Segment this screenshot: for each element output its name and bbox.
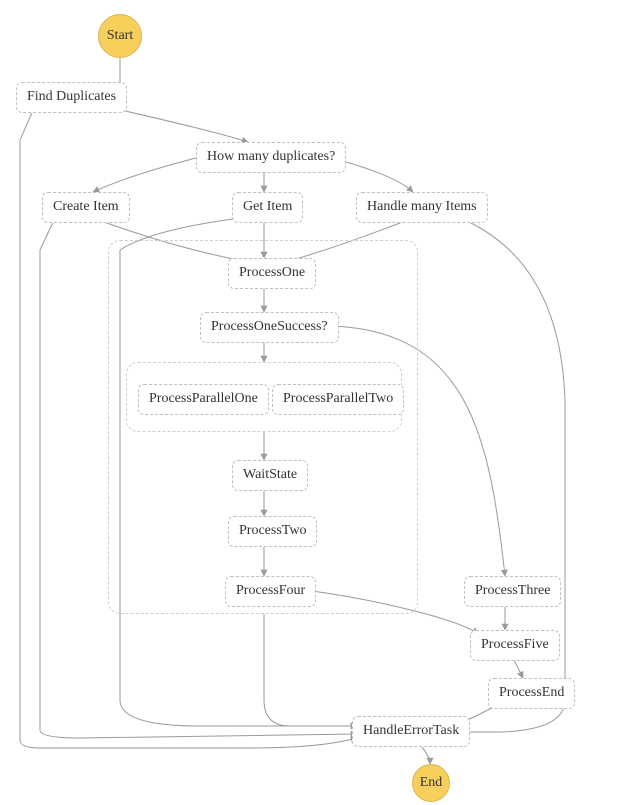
node-label: HandleErrorTask	[363, 723, 459, 738]
node-how-many: How many duplicates?	[196, 142, 346, 173]
node-label: ProcessThree	[475, 583, 550, 598]
node-end: End	[412, 764, 450, 802]
node-label: ProcessEnd	[499, 685, 564, 700]
node-process-parallel-one: ProcessParallelOne	[138, 384, 269, 415]
node-label: WaitState	[243, 467, 297, 482]
node-find-duplicates: Find Duplicates	[16, 82, 127, 113]
node-label: ProcessTwo	[239, 523, 306, 538]
node-handle-many: Handle many Items	[356, 192, 488, 223]
node-handle-error: HandleErrorTask	[352, 716, 470, 747]
node-process-parallel-two: ProcessParallelTwo	[272, 384, 404, 415]
node-process-five: ProcessFive	[470, 630, 560, 661]
node-label: Find Duplicates	[27, 89, 116, 104]
node-label: Get Item	[243, 199, 292, 214]
node-label: ProcessFour	[236, 583, 305, 598]
node-label: ProcessParallelTwo	[283, 391, 393, 406]
node-label: ProcessOne	[239, 265, 305, 280]
node-process-four: ProcessFour	[225, 576, 316, 607]
node-process-one-success: ProcessOneSuccess?	[200, 312, 339, 343]
node-process-one: ProcessOne	[228, 258, 316, 289]
node-label: ProcessParallelOne	[149, 391, 258, 406]
node-wait-state: WaitState	[232, 460, 308, 491]
node-label: How many duplicates?	[207, 149, 335, 164]
node-label: Create Item	[53, 199, 119, 214]
node-label: Start	[107, 28, 133, 44]
node-process-three: ProcessThree	[464, 576, 561, 607]
node-get-item: Get Item	[232, 192, 303, 223]
node-label: ProcessFive	[481, 637, 549, 652]
node-create-item: Create Item	[42, 192, 130, 223]
node-label: Handle many Items	[367, 199, 477, 214]
node-process-two: ProcessTwo	[228, 516, 317, 547]
node-label: End	[420, 775, 443, 791]
node-process-end: ProcessEnd	[488, 678, 575, 709]
node-label: ProcessOneSuccess?	[211, 319, 328, 334]
node-start: Start	[98, 14, 142, 58]
